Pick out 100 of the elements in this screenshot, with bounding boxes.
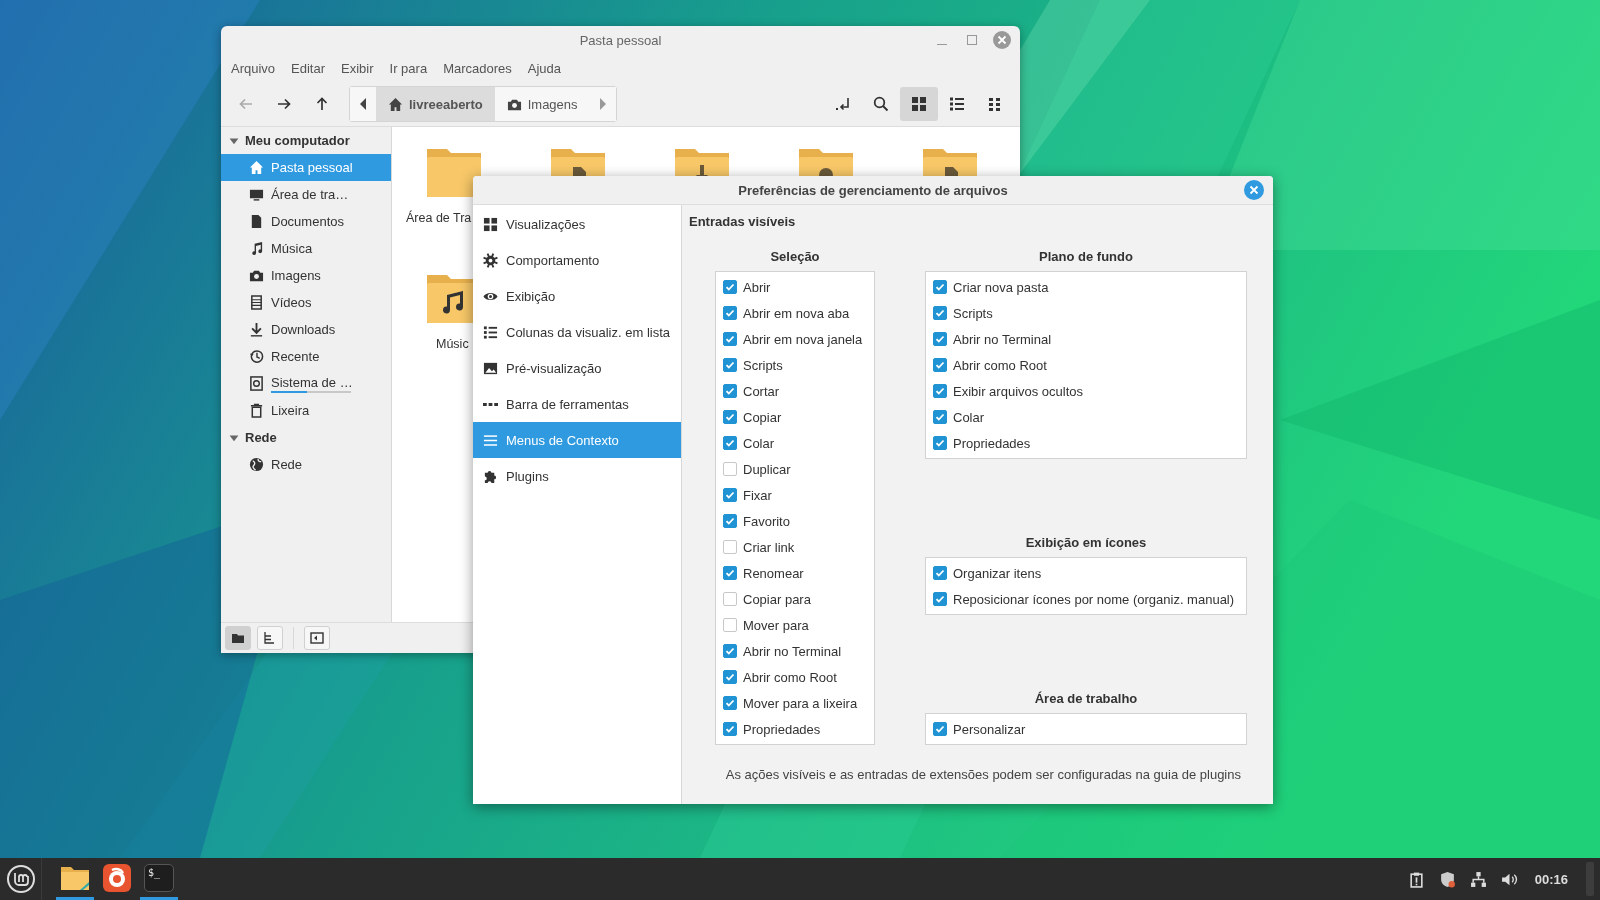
check-icon — [725, 308, 735, 318]
nav-item[interactable]: Visualizações — [473, 206, 681, 242]
close-icon — [992, 30, 1012, 50]
checkbox[interactable] — [723, 384, 737, 398]
left-arrow-icon — [238, 96, 254, 112]
group-title: Plano de fundo — [1039, 249, 1133, 264]
section-heading: Entradas visíveis — [689, 214, 797, 229]
list-icon — [483, 324, 498, 340]
up-arrow-icon — [314, 96, 330, 112]
breadcrumb-button[interactable]: livreeaberto — [376, 87, 495, 121]
checkbox[interactable] — [933, 722, 947, 736]
clock-icon — [249, 349, 264, 364]
checkbox-label: Copiar — [743, 409, 782, 425]
check-icon — [935, 412, 945, 422]
monitor-icon — [249, 187, 264, 202]
checkbox-label: Criar link — [743, 539, 795, 555]
dialog-title: Preferências de gerenciamento de arquivos — [738, 182, 1008, 198]
check-icon — [725, 698, 735, 708]
checkbox[interactable] — [933, 358, 947, 372]
search-icon — [873, 96, 889, 112]
checkbox[interactable] — [723, 488, 737, 502]
nav-item[interactable]: Comportamento — [473, 242, 681, 278]
checkbox[interactable] — [723, 540, 737, 554]
checkbox-label: Copiar para — [743, 591, 811, 607]
trash-icon — [249, 403, 264, 418]
sidebar-item[interactable]: Imagens — [221, 262, 391, 289]
folder-icon — [60, 864, 90, 891]
puzzle-icon — [483, 468, 498, 484]
nav-item[interactable]: Barra de ferramentas — [473, 386, 681, 422]
check-icon — [725, 334, 735, 344]
nav-item[interactable]: Colunas da visualiz. em lista — [473, 314, 681, 350]
checkbox-label: Abrir no Terminal — [743, 643, 842, 659]
section-header: Rede — [245, 430, 277, 445]
checkbox[interactable] — [723, 618, 737, 632]
menu-item[interactable]: Arquivo — [223, 60, 284, 76]
checkbox-label: Criar nova pasta — [953, 279, 1049, 295]
sidebar-item[interactable]: Downloads — [221, 316, 391, 343]
terminal-icon — [835, 96, 851, 112]
checkbox[interactable] — [933, 566, 947, 580]
checkbox-label: Exibir arquivos ocultos — [953, 383, 1084, 399]
sidebar-item[interactable]: Recente — [221, 343, 391, 370]
checkbox[interactable] — [723, 280, 737, 294]
checkbox[interactable] — [933, 384, 947, 398]
tree-button[interactable] — [257, 626, 283, 650]
menu-item[interactable]: Ir para — [381, 60, 436, 76]
close-button[interactable] — [1243, 179, 1265, 201]
sidebar-item[interactable]: Documentos — [221, 208, 391, 235]
checkbox[interactable] — [723, 358, 737, 372]
menu-item[interactable]: Exibir — [333, 60, 382, 76]
right-arrow-icon — [276, 96, 292, 112]
checkbox[interactable] — [933, 332, 947, 346]
check-icon — [935, 568, 945, 578]
menu-item[interactable]: Ajuda — [519, 60, 570, 76]
sidebar-toggle-button[interactable] — [304, 626, 330, 650]
check-icon — [935, 724, 945, 734]
sidebar-item[interactable]: Rede — [221, 451, 391, 478]
compact-list-icon — [987, 96, 1003, 112]
sidebar-item[interactable]: Vídeos — [221, 289, 391, 316]
dots-icon — [483, 402, 498, 406]
icon-view-button[interactable] — [900, 87, 938, 121]
nav-item[interactable]: Pré-visualização — [473, 350, 681, 386]
checkbox[interactable] — [723, 462, 737, 476]
sidebar-item[interactable]: Área de tra… — [221, 181, 391, 208]
sidebar-item[interactable]: Música — [221, 235, 391, 262]
checkbox[interactable] — [723, 566, 737, 580]
checkbox[interactable] — [933, 280, 947, 294]
minimize-icon — [937, 43, 947, 45]
checkbox[interactable] — [723, 722, 737, 736]
checkbox[interactable] — [723, 306, 737, 320]
checkbox[interactable] — [933, 410, 947, 424]
checkbox[interactable] — [723, 644, 737, 658]
checkbox[interactable] — [723, 696, 737, 710]
sidebar-item[interactable]: Lixeira — [221, 397, 391, 424]
checkbox[interactable] — [723, 410, 737, 424]
menu-item[interactable]: Marcadores — [435, 60, 520, 76]
checkbox[interactable] — [723, 592, 737, 606]
close-button[interactable] — [992, 30, 1012, 50]
checkbox-label: Organizar itens — [953, 565, 1042, 581]
file-label: Área de Tra — [406, 211, 472, 225]
places-button[interactable] — [225, 626, 251, 650]
menu-item[interactable]: Editar — [283, 60, 334, 76]
checkbox[interactable] — [933, 306, 947, 320]
grid-icon — [483, 216, 498, 232]
checkbox[interactable] — [933, 592, 947, 606]
checkbox[interactable] — [723, 514, 737, 528]
checkbox[interactable] — [723, 670, 737, 684]
checkbox-label: Abrir em nova janela — [743, 331, 863, 347]
checkbox[interactable] — [723, 436, 737, 450]
check-icon — [725, 386, 735, 396]
right-triangle-icon — [598, 98, 607, 110]
home-icon — [249, 160, 264, 175]
nav-item[interactable]: Exibição — [473, 278, 681, 314]
checkbox[interactable] — [723, 332, 737, 346]
checkbox[interactable] — [933, 436, 947, 450]
clock[interactable]: 00:16 — [1534, 871, 1568, 887]
check-icon — [725, 438, 735, 448]
music-note-icon — [249, 241, 264, 256]
sidebar-item[interactable]: Sistema de … — [221, 370, 391, 397]
checkbox-label: Scripts — [953, 305, 993, 321]
nav-item[interactable]: Plugins — [473, 458, 681, 494]
